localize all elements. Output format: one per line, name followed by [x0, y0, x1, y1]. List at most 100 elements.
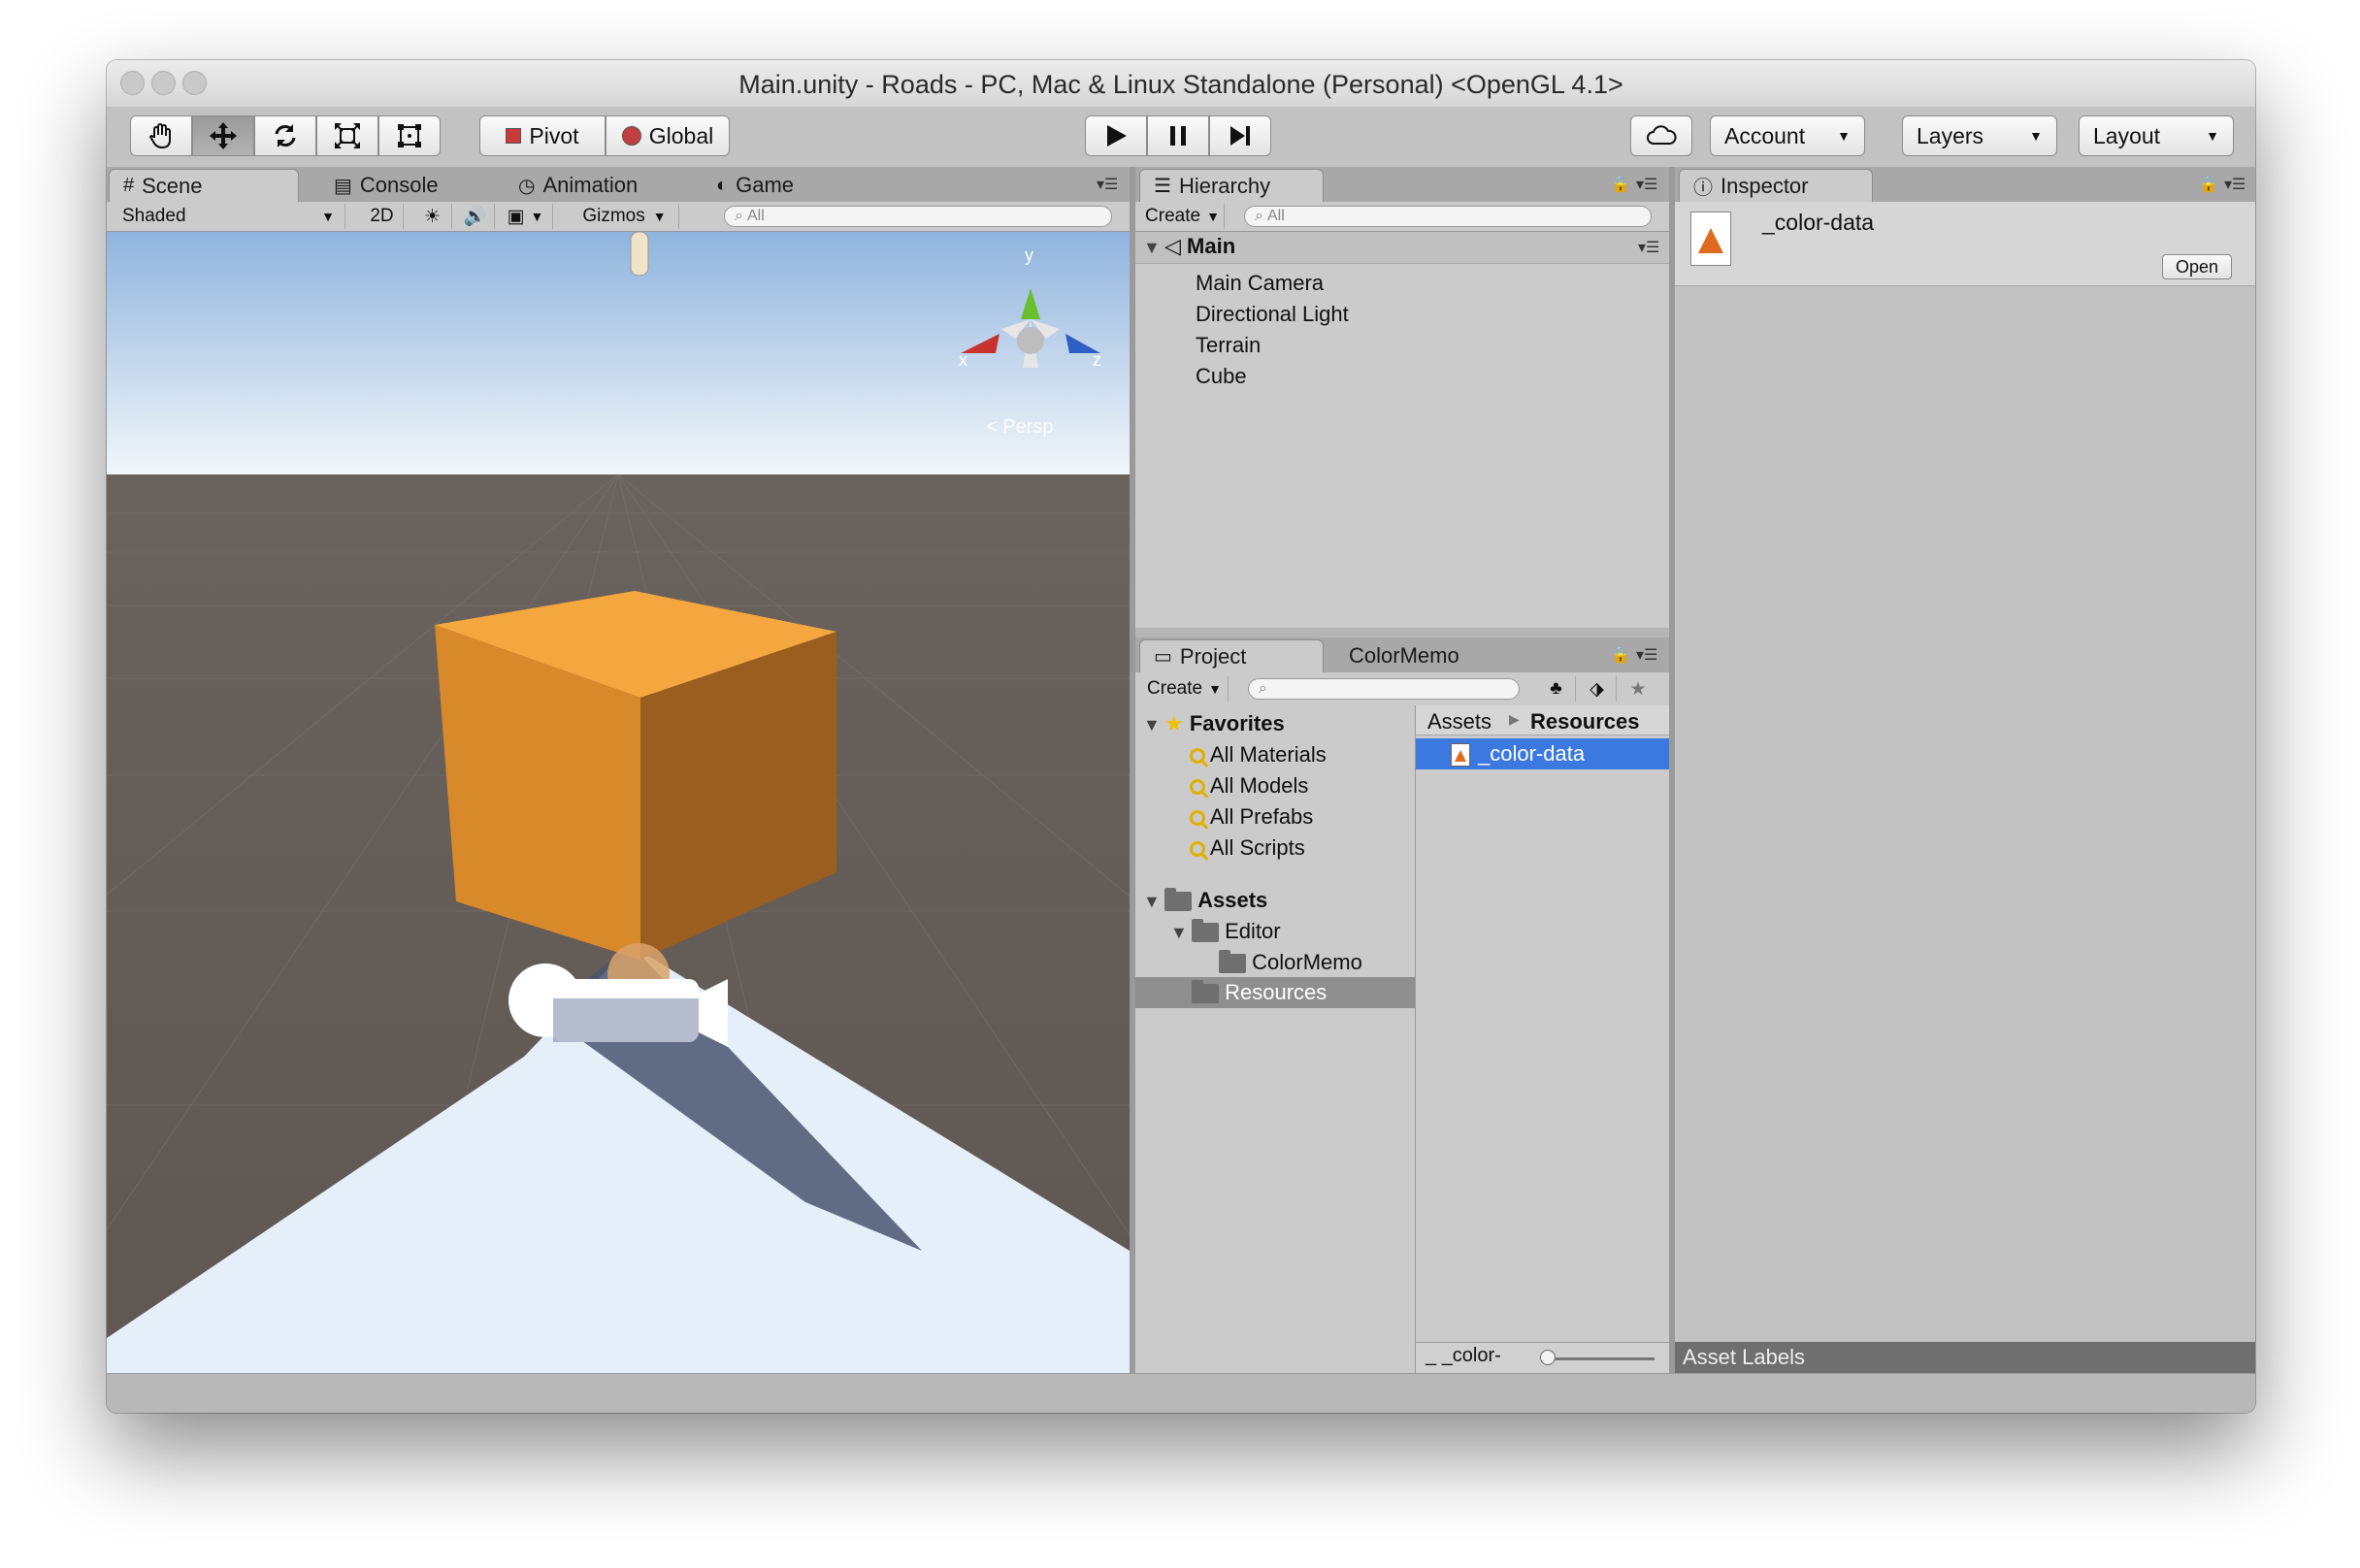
audio-toggle[interactable]: 🔊: [456, 204, 495, 229]
hierarchy-item[interactable]: Cube: [1196, 364, 1247, 389]
tab-hierarchy-label: Hierarchy: [1178, 173, 1271, 198]
hand-tool-button[interactable]: [130, 115, 192, 156]
star-icon: ★: [1164, 711, 1184, 735]
title-bar: Main.unity - Roads - PC, Mac & Linux Sta…: [107, 60, 2255, 108]
tab-scene[interactable]: # Scene: [109, 169, 299, 202]
favorite-item-label: All Scripts: [1209, 835, 1305, 860]
chevron-down-icon: ▼: [2206, 128, 2219, 144]
global-toggle-button[interactable]: Global: [606, 115, 730, 156]
move-tool-button[interactable]: [192, 115, 254, 156]
project-create-dropdown[interactable]: Create ▼: [1141, 676, 1229, 702]
panel-menu-icon[interactable]: ▾☰: [1636, 645, 1657, 665]
star-icon: ★: [1629, 678, 1647, 700]
chevron-down-icon: ▼: [1206, 209, 1220, 224]
play-button[interactable]: [1085, 115, 1147, 156]
hierarchy-scene-row[interactable]: ▼ ◁ Main ▾☰: [1135, 232, 1669, 264]
scene-viewport[interactable]: y x z < Persp: [107, 232, 1130, 1373]
lighting-toggle[interactable]: ☀: [413, 204, 452, 229]
chevron-down-icon: ▼: [1208, 681, 1222, 697]
favorite-item[interactable]: All Models: [1190, 773, 1308, 799]
game-icon: ◐: [716, 174, 729, 196]
favorite-item[interactable]: All Materials: [1190, 742, 1327, 768]
hierarchy-create-label: Create: [1145, 206, 1201, 226]
cloud-button[interactable]: [1630, 115, 1692, 156]
tab-console[interactable]: ▤ Console: [320, 169, 485, 202]
text-asset-icon: [1451, 743, 1470, 767]
panel-menu-icon[interactable]: ▾☰: [2224, 175, 2245, 194]
favorites-header[interactable]: ▼ ★ Favorites: [1143, 711, 1285, 736]
tab-game[interactable]: ◐ Game: [703, 169, 848, 202]
tab-project[interactable]: ▭ Project: [1139, 639, 1324, 672]
rotate-tool-button[interactable]: [254, 115, 316, 156]
panel-splitter[interactable]: [1135, 628, 1669, 637]
lock-icon[interactable]: 🔒: [2199, 175, 2218, 194]
filter-by-type-button[interactable]: ♣: [1537, 676, 1576, 702]
pivot-icon: [506, 128, 522, 144]
effects-dropdown[interactable]: ▣ ▼: [499, 204, 553, 229]
account-dropdown[interactable]: Account ▼: [1710, 115, 1865, 156]
hierarchy-item[interactable]: Main Camera: [1196, 271, 1324, 296]
pivot-toggle-button[interactable]: Pivot: [479, 115, 606, 156]
filter-by-label-button[interactable]: ⬗: [1578, 676, 1617, 702]
tab-animation[interactable]: ◷ Animation: [505, 169, 689, 202]
light-gizmo: [630, 232, 649, 277]
lock-icon[interactable]: 🔒: [1611, 175, 1630, 194]
scale-tool-button[interactable]: [316, 115, 378, 156]
favorite-search-button[interactable]: ★: [1619, 676, 1657, 702]
panel-menu-icon[interactable]: ▾☰: [1097, 175, 1118, 194]
favorite-item[interactable]: All Prefabs: [1190, 804, 1313, 830]
pause-button[interactable]: [1147, 115, 1209, 156]
projection-text: Persp: [1002, 416, 1054, 438]
breadcrumb-assets[interactable]: Assets: [1427, 709, 1491, 735]
step-button[interactable]: [1209, 115, 1271, 156]
toggle-2d-label: 2D: [370, 206, 394, 226]
search-icon: ⌕: [1259, 680, 1267, 697]
shading-mode-dropdown[interactable]: Shaded ▼: [113, 204, 345, 229]
icon-size-slider[interactable]: [1542, 1357, 1655, 1360]
hierarchy-scene-name: Main: [1187, 234, 1236, 258]
colormemo-folder[interactable]: ColorMemo: [1219, 950, 1362, 975]
resources-folder-row[interactable]: Resources: [1135, 977, 1415, 1008]
tab-inspector[interactable]: ⓘ Inspector: [1679, 169, 1873, 202]
layers-dropdown[interactable]: Layers ▼: [1902, 115, 2057, 156]
hierarchy-item[interactable]: Directional Light: [1196, 302, 1349, 327]
chevron-down-icon: ▼: [530, 209, 544, 224]
axis-y-label: y: [1025, 245, 1033, 265]
expand-triangle-icon[interactable]: ▼: [1170, 923, 1192, 943]
tab-project-label: Project: [1179, 643, 1247, 669]
tab-colormemo[interactable]: ColorMemo: [1335, 639, 1510, 672]
projection-label[interactable]: < Persp: [986, 416, 1054, 439]
selected-asset-row[interactable]: _color-data: [1416, 738, 1669, 769]
panel-menu-icon[interactable]: ▾☰: [1636, 175, 1657, 194]
project-contents: Assets ▶ Resources _color-data _ _color-: [1416, 705, 1669, 1374]
layout-dropdown[interactable]: Layout ▼: [2079, 115, 2234, 156]
gizmos-dropdown[interactable]: Gizmos ▼: [571, 204, 679, 229]
assets-label: Assets: [1197, 888, 1268, 912]
hierarchy-search-input[interactable]: ⌕ All: [1244, 206, 1652, 227]
project-footer: _ _color-: [1416, 1342, 1669, 1374]
assets-folder[interactable]: ▼ Assets: [1143, 888, 1267, 913]
tab-game-label: Game: [736, 173, 795, 197]
favorite-item[interactable]: All Scripts: [1190, 835, 1305, 861]
open-button[interactable]: Open: [2162, 254, 2232, 279]
breadcrumb-resources[interactable]: Resources: [1530, 709, 1640, 735]
folder-icon: [1164, 888, 1192, 912]
project-search-input[interactable]: ⌕: [1248, 678, 1520, 700]
expand-triangle-icon[interactable]: ▼: [1143, 238, 1164, 258]
hierarchy-item[interactable]: Terrain: [1196, 333, 1261, 358]
rect-tool-button[interactable]: [378, 115, 441, 156]
toggle-2d-button[interactable]: 2D: [361, 204, 404, 229]
expand-triangle-icon[interactable]: ▼: [1143, 715, 1164, 735]
scene-menu-icon[interactable]: ▾☰: [1638, 238, 1659, 257]
expand-triangle-icon[interactable]: ▼: [1143, 892, 1164, 912]
asset-labels-bar[interactable]: Asset Labels: [1675, 1342, 2255, 1373]
lock-icon[interactable]: 🔒: [1611, 645, 1630, 665]
hierarchy-create-dropdown[interactable]: Create ▼: [1141, 204, 1225, 229]
slider-thumb[interactable]: [1540, 1350, 1556, 1365]
editor-folder[interactable]: ▼ Editor: [1170, 919, 1281, 944]
tab-hierarchy[interactable]: ☰ Hierarchy: [1139, 169, 1324, 202]
folder-icon: [1192, 980, 1219, 1004]
hand-icon: [148, 123, 171, 149]
account-label: Account: [1724, 122, 1806, 148]
scene-search-input[interactable]: ⌕ All: [724, 206, 1112, 227]
